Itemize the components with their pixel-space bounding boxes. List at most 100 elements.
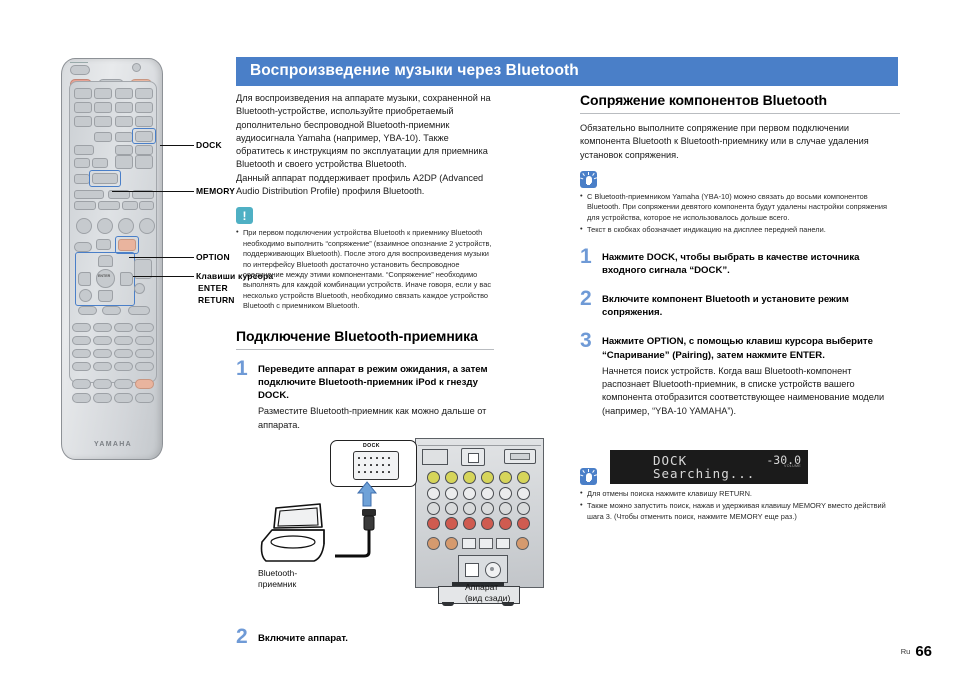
- callout-label-dock: DOCK: [196, 140, 222, 150]
- callout-leader-cursor: [133, 276, 194, 277]
- receiver-label-line1: Bluetooth-: [258, 568, 298, 578]
- remote-scene-4: [139, 218, 155, 234]
- callout-leader-dock: [160, 145, 194, 146]
- section-title-pairing: Сопряжение компонентов Bluetooth: [580, 92, 828, 108]
- tip-list-2: Для отмены поиска нажмите клавишу RETURN…: [580, 488, 900, 522]
- step-title: Включите аппарат.: [258, 633, 348, 644]
- remote-key: [93, 323, 112, 332]
- remote-key: [74, 190, 104, 199]
- remote-key: [135, 88, 153, 99]
- note-block: ! При первом подключении устройства Blue…: [236, 207, 494, 311]
- manual-page: ENTER YAMAHA DOCK MEMORY OPTION Клавиши …: [0, 0, 954, 676]
- remote-key: [72, 323, 91, 332]
- remote-key: [72, 379, 91, 389]
- remote-key: [74, 88, 92, 99]
- step-left-2: 2 Включите аппарат.: [236, 626, 494, 647]
- step-title: Нажмите OPTION, с помощью клавиш курсора…: [602, 336, 873, 361]
- remote-up-small: [96, 239, 111, 250]
- front-panel-display: DOCK Searching... -30.0 VOLUME: [610, 450, 808, 484]
- note-list: При первом подключении устройства Blueto…: [236, 227, 494, 311]
- language-code: Ru: [900, 647, 911, 656]
- remote-key: [102, 306, 121, 315]
- lightbulb-tip-icon: [580, 170, 597, 188]
- remote-key: [72, 349, 91, 358]
- intro-paragraph-2: Данный аппарат поддерживает профиль A2DP…: [236, 172, 484, 197]
- step-right-2: 2 Включите компонент Bluetooth и установ…: [580, 288, 900, 319]
- remote-key: [74, 116, 92, 127]
- unit-label-line2: (вид сзади): [465, 593, 511, 603]
- step-title: Нажмите DOCK, чтобы выбрать в качестве и…: [602, 251, 860, 276]
- remote-dock-highlight: [132, 128, 156, 144]
- remote-key: [93, 393, 112, 403]
- remote-key: [135, 393, 154, 403]
- remote-key: [115, 132, 133, 142]
- remote-key: [93, 349, 112, 358]
- remote-key: [115, 155, 133, 169]
- remote-power-led: [132, 63, 141, 72]
- remote-control-illustration: ENTER YAMAHA DOCK MEMORY OPTION Клавиши …: [55, 28, 273, 468]
- remote-key: [114, 362, 133, 371]
- remote-key: [114, 336, 133, 345]
- remote-key: [114, 379, 133, 389]
- remote-scene-2: [97, 218, 113, 234]
- remote-key: [135, 349, 154, 358]
- remote-key: [135, 155, 153, 169]
- left-column: Для воспроизведения на аппарате музыки, …: [236, 92, 494, 432]
- step-detail: Начнется поиск устройств. Когда ваш Blue…: [602, 365, 885, 416]
- remote-key: [139, 201, 154, 210]
- remote-key: [114, 349, 133, 358]
- step-number: 3: [580, 329, 592, 353]
- remote-cursor-highlight: [75, 252, 135, 306]
- step-right-3: 3 Нажмите OPTION, с помощью клавиш курсо…: [580, 330, 900, 418]
- connection-diagram: DOCK Bluetooth- приемник Аппарат (вид сз…: [252, 432, 544, 612]
- pairing-intro: Обязательно выполните сопряжение при пер…: [580, 123, 869, 160]
- display-volume-tag: VOLUME: [784, 464, 801, 468]
- receiver-label-line2: приемник: [258, 579, 297, 589]
- remote-key: [115, 88, 133, 99]
- remote-ir-window: [70, 65, 90, 75]
- page-footer: Ru 66: [901, 643, 932, 660]
- remote-key: [74, 102, 92, 113]
- section-divider: [580, 113, 900, 114]
- remote-key: [93, 379, 112, 389]
- remote-key: [94, 132, 112, 142]
- remote-memory-highlight: [89, 170, 121, 187]
- step-title: Переведите аппарат в режим ожидания, а з…: [258, 363, 488, 402]
- remote-key: [74, 201, 96, 210]
- step-detail: Разместите Bluetooth-приемник как можно …: [258, 406, 487, 430]
- remote-key: [135, 336, 154, 345]
- remote-scene-3: [118, 218, 134, 234]
- step-number: 2: [580, 286, 592, 310]
- page-title-bar: Воспроизведение музыки через Bluetooth: [236, 57, 898, 86]
- remote-body: ENTER YAMAHA: [61, 58, 163, 460]
- unit-label-line1: Аппарат: [465, 582, 499, 592]
- section-divider: [236, 348, 494, 350]
- page-number: 66: [915, 643, 932, 660]
- remote-key: [98, 201, 120, 210]
- intro-paragraph-1: Для воспроизведения на аппарате музыки, …: [236, 93, 491, 170]
- remote-key: [94, 102, 112, 113]
- remote-key: [94, 88, 112, 99]
- tip-item: Для отмены поиска нажмите клавишу RETURN…: [580, 488, 900, 499]
- step-number: 1: [236, 356, 248, 380]
- remote-key: [135, 323, 154, 332]
- step-right-1: 1 Нажмите DOCK, чтобы выбрать в качестве…: [580, 246, 900, 277]
- tip-list-1: С Bluetooth-приемником Yamaha (YBA-10) м…: [580, 191, 900, 236]
- note-item: При первом подключении устройства Blueto…: [236, 227, 494, 311]
- remote-key: [78, 306, 97, 315]
- page-title: Воспроизведение музыки через Bluetooth: [250, 62, 579, 79]
- callout-leader-memory: [112, 191, 194, 192]
- remote-key: [92, 158, 108, 168]
- remote-key: [114, 323, 133, 332]
- step-number: 2: [236, 625, 248, 648]
- callout-label-option: OPTION: [196, 252, 230, 262]
- remote-brand-logo: YAMAHA: [94, 441, 132, 448]
- exclamation-note-icon: !: [236, 207, 253, 225]
- lightbulb-tip-icon: [580, 467, 597, 485]
- remote-key: [114, 393, 133, 403]
- remote-key: [74, 242, 92, 252]
- remote-key: [74, 145, 94, 155]
- note-icon-symbol: !: [242, 208, 247, 223]
- remote-key: [135, 116, 153, 127]
- remote-key-orange: [135, 379, 154, 389]
